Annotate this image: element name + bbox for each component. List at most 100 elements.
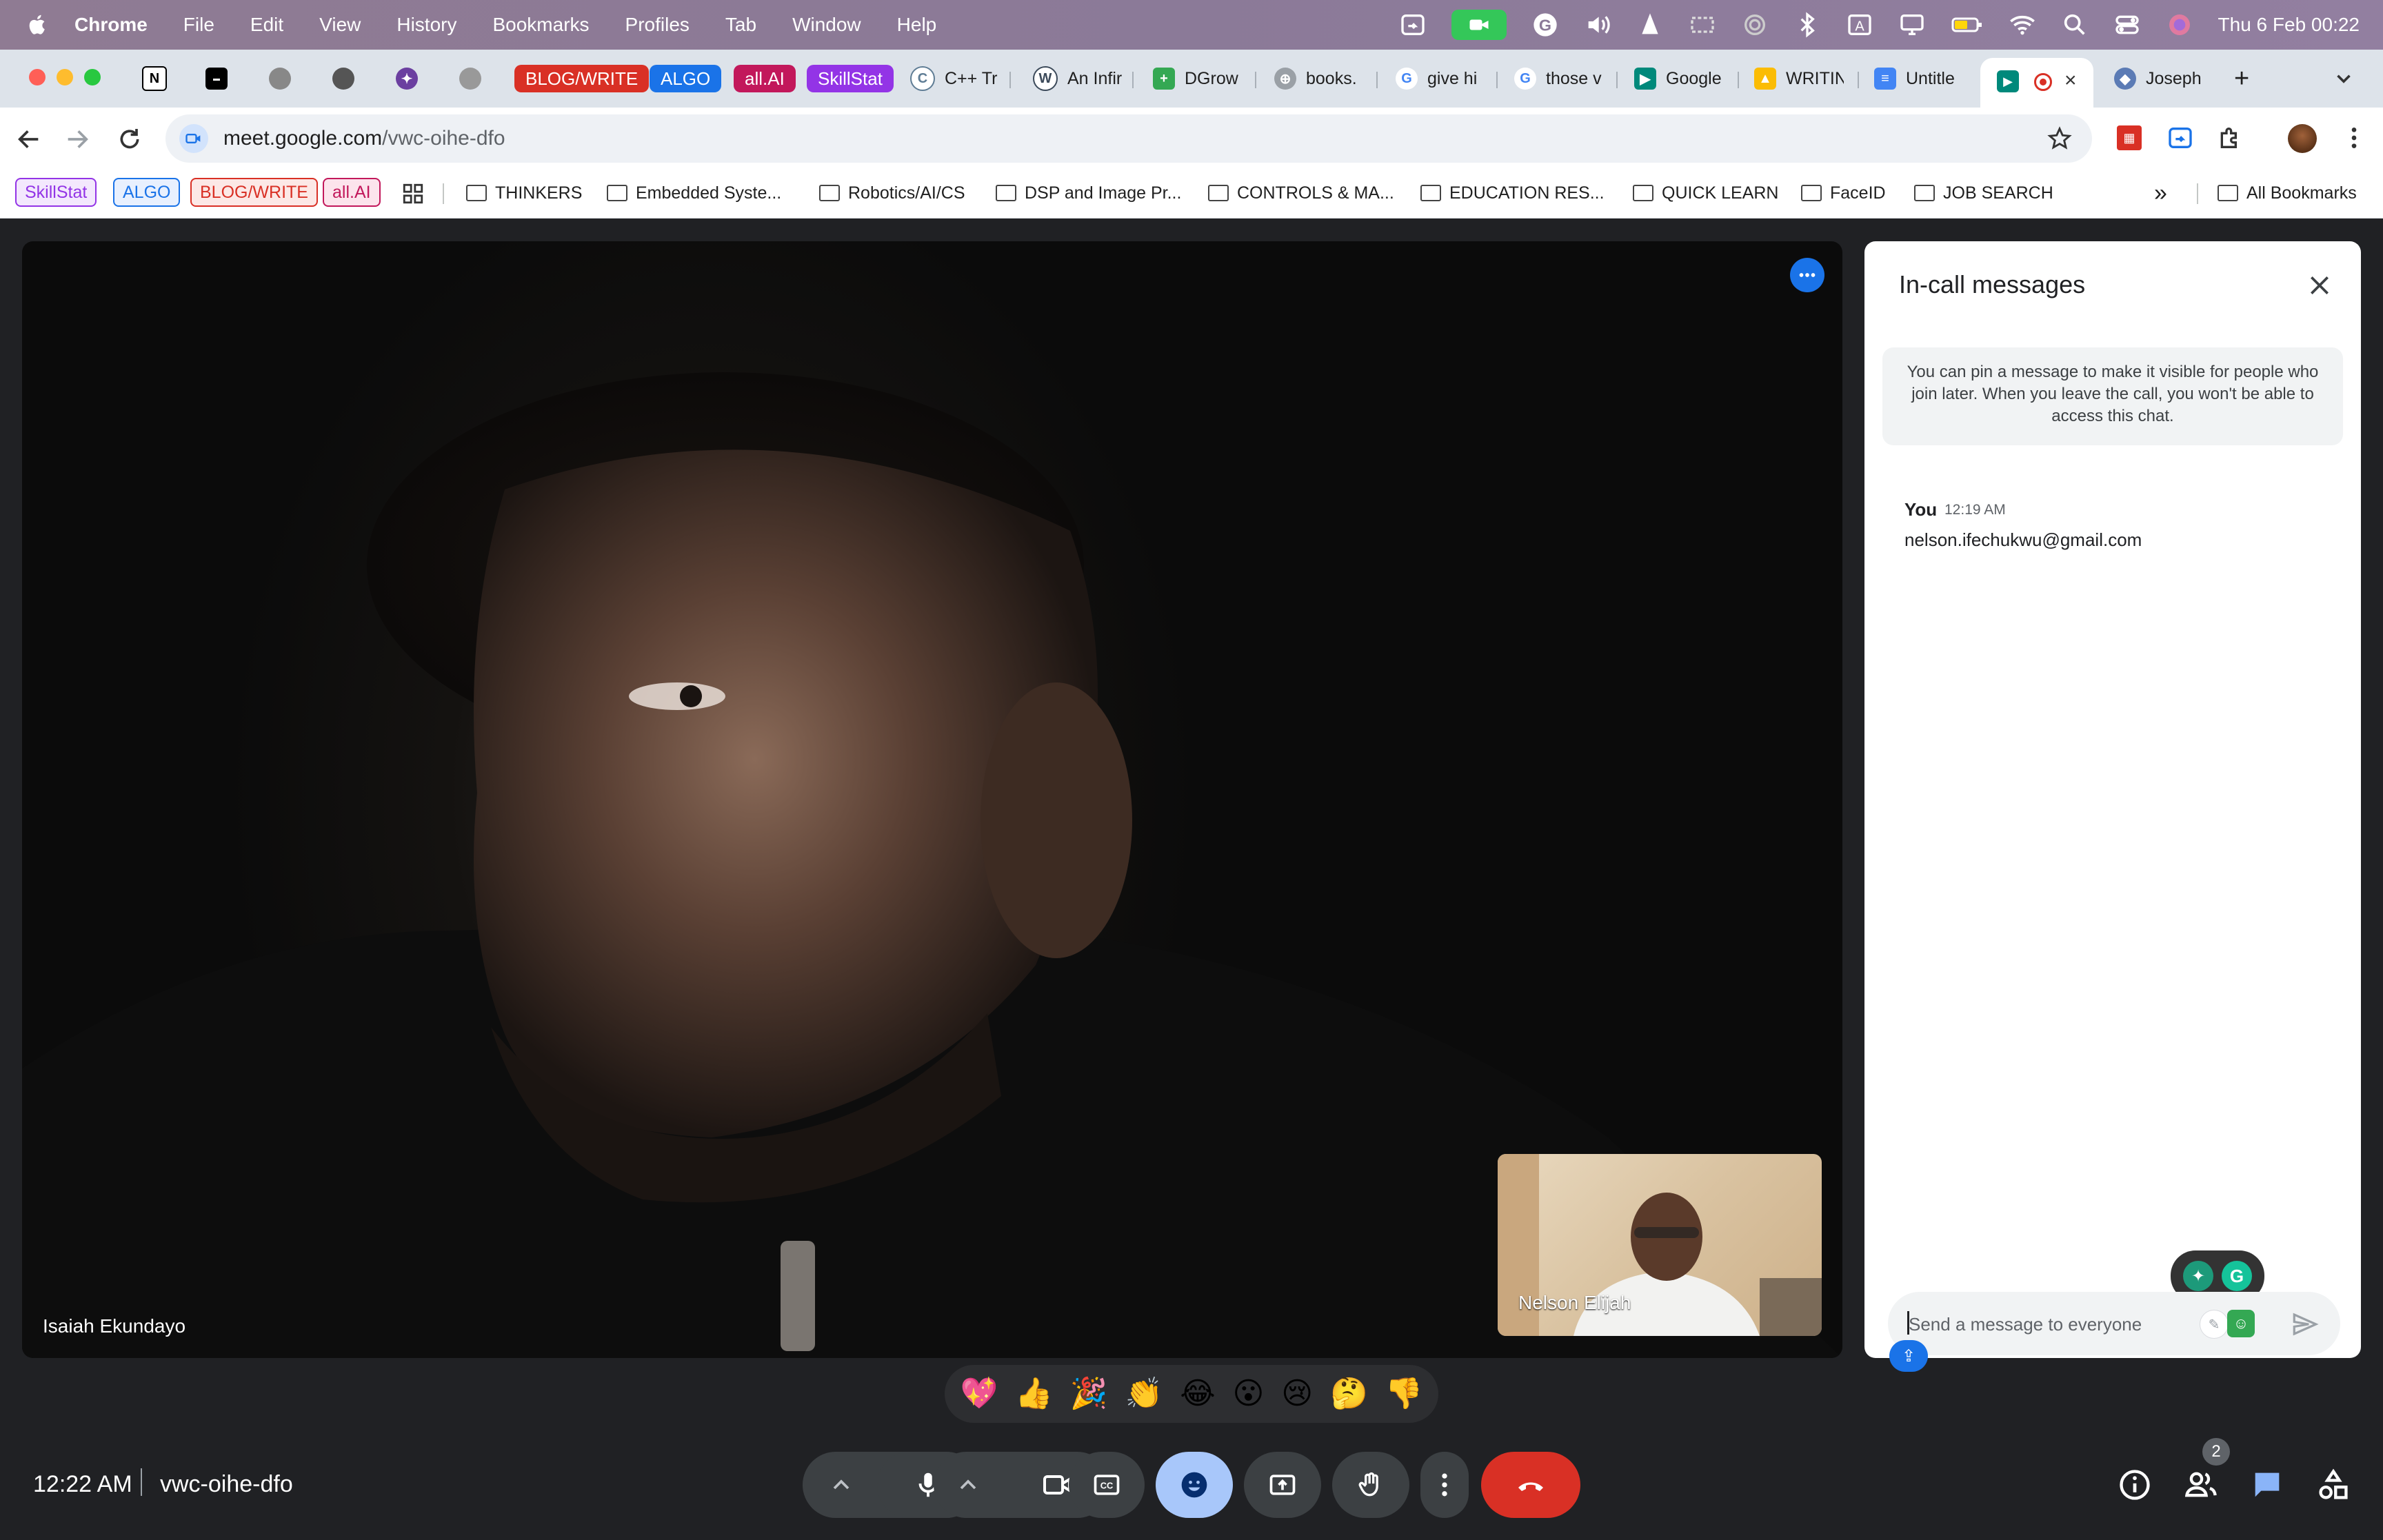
- bookmark-folder-controls[interactable]: CONTROLS & MA...: [1208, 179, 1394, 207]
- activities-icon[interactable]: [2315, 1467, 2351, 1503]
- menu-tab[interactable]: Tab: [725, 14, 756, 36]
- meeting-code[interactable]: vwc-oihe-dfo: [160, 1471, 293, 1498]
- chat-icon[interactable]: [2249, 1467, 2285, 1503]
- reaction-sad[interactable]: 😢: [1281, 1379, 1313, 1409]
- tab-github-2[interactable]: [332, 65, 354, 92]
- wifi-icon[interactable]: [2009, 11, 2036, 39]
- chat-message-text[interactable]: nelson.ifechukwu@gmail.com: [1904, 529, 2142, 551]
- tab-group-algo[interactable]: ALGO: [650, 65, 722, 92]
- reactions-button[interactable]: [1156, 1452, 1233, 1518]
- display-mirror-icon[interactable]: [1689, 11, 1716, 39]
- bookmark-group-algo[interactable]: ALGO: [113, 178, 181, 207]
- menu-file[interactable]: File: [183, 14, 214, 36]
- tab-google-meet[interactable]: ▶ Google: [1634, 65, 1724, 92]
- menu-history[interactable]: History: [396, 14, 456, 36]
- reaction-surprised[interactable]: 😮: [1233, 1379, 1265, 1409]
- window-minimize-button[interactable]: [57, 69, 73, 85]
- bookmark-folder-faceid[interactable]: FaceID: [1801, 179, 1886, 207]
- reaction-thinking[interactable]: 🤔: [1330, 1379, 1368, 1409]
- reaction-clapping[interactable]: 👏: [1125, 1379, 1163, 1409]
- tab-group-all-ai[interactable]: all.AI: [734, 65, 796, 92]
- menu-help[interactable]: Help: [897, 14, 937, 36]
- airdrop-icon[interactable]: [1741, 11, 1769, 39]
- tab-pinned-5[interactable]: ✦: [396, 65, 418, 92]
- tab-untitled-doc[interactable]: ≡ Untitle: [1874, 65, 1964, 92]
- people-icon[interactable]: [2183, 1467, 2219, 1503]
- profile-avatar[interactable]: [2288, 124, 2317, 153]
- kebab-menu-icon[interactable]: [2340, 124, 2368, 152]
- chevron-up-icon[interactable]: [827, 1471, 855, 1499]
- bookmark-star-icon[interactable]: [2047, 125, 2073, 152]
- tab-books[interactable]: ⊕ books.: [1274, 65, 1364, 92]
- spotlight-search-icon[interactable]: [2061, 11, 2089, 39]
- apps-grid-icon[interactable]: [401, 182, 425, 205]
- reload-icon[interactable]: [116, 125, 143, 153]
- window-zoom-button[interactable]: [84, 69, 101, 85]
- send-icon[interactable]: [2291, 1310, 2320, 1339]
- tab-those[interactable]: Gthose v: [1514, 65, 1604, 92]
- bookmarks-overflow-button[interactable]: »: [2154, 179, 2167, 207]
- captions-button[interactable]: CC: [1069, 1452, 1145, 1518]
- bookmark-folder-dsp[interactable]: DSP and Image Pr...: [996, 179, 1181, 207]
- tab-active-meet[interactable]: ▶ ×: [1980, 58, 2093, 108]
- grammarly-icon[interactable]: G: [1531, 11, 1559, 39]
- menubar-app-name[interactable]: Chrome: [74, 14, 148, 36]
- chevron-up-icon[interactable]: [954, 1471, 982, 1499]
- apple-icon[interactable]: [26, 13, 50, 37]
- bookmark-folder-job-search[interactable]: JOB SEARCH: [1914, 179, 2053, 207]
- tab-writing[interactable]: ▲ WRITIN: [1754, 65, 1844, 92]
- extension-pdf-icon[interactable]: ▦: [2117, 125, 2142, 150]
- reaction-thumbs-up[interactable]: 👍: [1015, 1379, 1053, 1409]
- screen-share-status-icon[interactable]: [1399, 11, 1427, 39]
- feather-icon[interactable]: ✎: [2200, 1310, 2229, 1339]
- main-video-tile[interactable]: Isaiah Ekundayo Nelson Elijah: [22, 241, 1842, 1358]
- bookmark-folder-education[interactable]: EDUCATION RES...: [1420, 179, 1605, 207]
- menu-view[interactable]: View: [319, 14, 361, 36]
- reaction-party-popper[interactable]: 🎉: [1070, 1379, 1108, 1409]
- window-close-button[interactable]: [29, 69, 46, 85]
- menubar-clock[interactable]: Thu 6 Feb 00:22: [2218, 14, 2360, 36]
- close-icon[interactable]: [2306, 272, 2333, 299]
- bookmark-folder-embedded[interactable]: Embedded Syste...: [607, 179, 781, 207]
- reaction-thumbs-down[interactable]: 👎: [1385, 1379, 1423, 1409]
- bookmark-group-skillstat[interactable]: SkillStat: [15, 178, 97, 207]
- address-bar[interactable]: meet.google.com/vwc-oihe-dfo: [165, 114, 2092, 163]
- all-bookmarks-button[interactable]: All Bookmarks: [2218, 179, 2357, 207]
- self-view-tile[interactable]: Nelson Elijah: [1498, 1154, 1822, 1336]
- bookmark-group-all-ai[interactable]: all.AI: [323, 178, 381, 207]
- display-icon[interactable]: [1898, 11, 1926, 39]
- reaction-laughing[interactable]: 😂: [1180, 1379, 1215, 1409]
- menu-profiles[interactable]: Profiles: [625, 14, 690, 36]
- bookmark-group-blog-write[interactable]: BLOG/WRITE: [190, 178, 318, 207]
- compose-helper-icon[interactable]: ⇪: [1889, 1340, 1928, 1372]
- bluetooth-icon[interactable]: [1793, 11, 1821, 39]
- tab-wordpress[interactable]: W An Infir: [1033, 65, 1123, 92]
- bookmark-folder-quick-learn[interactable]: QUICK LEARN: [1633, 179, 1778, 207]
- extension-cast-icon[interactable]: [2166, 124, 2194, 152]
- close-tab-icon[interactable]: ×: [2064, 69, 2077, 92]
- participant-options-button[interactable]: [1790, 258, 1824, 292]
- tab-pinned-2[interactable]: ▬: [205, 65, 228, 92]
- bot-extension-icon[interactable]: ☺: [2227, 1310, 2255, 1337]
- tab-joseph[interactable]: ◆ Joseph: [2114, 65, 2204, 92]
- volume-icon[interactable]: [1584, 11, 1611, 39]
- siri-icon[interactable]: [2166, 11, 2193, 39]
- tab-search-button[interactable]: [2332, 65, 2355, 92]
- back-arrow-icon[interactable]: [15, 125, 43, 153]
- tab-github-3[interactable]: [459, 65, 481, 92]
- tab-group-blog-write[interactable]: BLOG/WRITE: [514, 65, 650, 92]
- forward-arrow-icon[interactable]: [63, 125, 91, 153]
- camera-in-use-indicator[interactable]: [1451, 10, 1507, 40]
- bookmark-folder-thinkers[interactable]: THINKERS: [466, 179, 582, 207]
- meeting-details-icon[interactable]: [2117, 1467, 2153, 1503]
- tab-dgrow[interactable]: + DGrow: [1153, 65, 1243, 92]
- site-info-icon[interactable]: [179, 124, 208, 153]
- more-options-button[interactable]: [1420, 1452, 1469, 1518]
- present-screen-button[interactable]: [1244, 1452, 1321, 1518]
- reaction-sparkling-heart[interactable]: 💖: [960, 1379, 998, 1409]
- tab-github-1[interactable]: [269, 65, 291, 92]
- tab-cpp[interactable]: C C++ Tr: [910, 65, 1000, 92]
- tab-group-skillstat[interactable]: SkillStat: [807, 65, 894, 92]
- tab-give-hi[interactable]: Ggive hi: [1396, 65, 1485, 92]
- menu-bookmarks[interactable]: Bookmarks: [492, 14, 589, 36]
